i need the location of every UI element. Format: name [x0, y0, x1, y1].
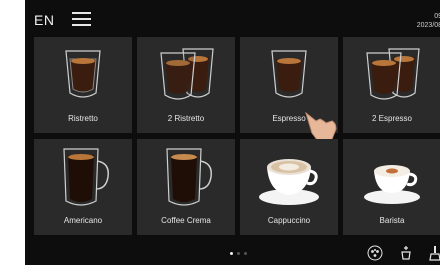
tile-ristretto[interactable]: Ristretto	[34, 37, 132, 133]
coffee-machine-screen: EN 09: 2023/08/ Ristretto 2 Ristretto	[25, 0, 440, 265]
tile-label: 2 Espresso	[371, 114, 413, 123]
tile-label: Coffee Crema	[161, 216, 211, 225]
page-dot[interactable]	[237, 252, 240, 255]
cleaning-icon[interactable]	[427, 245, 440, 261]
cappuccino-cup-icon	[259, 159, 319, 205]
tile-label: 2 Ristretto	[167, 114, 205, 123]
pagination-dots	[230, 242, 251, 260]
tile-2-espresso[interactable]: 2 Espresso	[343, 37, 440, 133]
double-glass-icon	[366, 48, 420, 100]
tile-label: Cappuccino	[267, 216, 311, 225]
top-bar: EN 09: 2023/08/	[25, 0, 440, 33]
ristretto-glass-icon	[65, 50, 101, 98]
beans-icon[interactable]	[367, 245, 383, 261]
tile-label: Barista	[379, 216, 405, 225]
menu-icon[interactable]	[72, 12, 91, 26]
tile-espresso[interactable]: Espresso	[240, 37, 338, 144]
page-dot[interactable]	[244, 252, 247, 255]
espresso-glass-icon	[271, 50, 307, 98]
tile-label: Ristretto	[68, 114, 98, 123]
tile-barista[interactable]: Barista	[343, 139, 440, 235]
date-label: 2023/08/	[416, 22, 440, 29]
tile-label: Americano	[63, 216, 103, 225]
tall-glass-icon	[166, 148, 213, 206]
tile-2-ristretto[interactable]: 2 Ristretto	[137, 37, 235, 133]
clock: 09: 2023/08/	[417, 12, 440, 30]
tile-americano[interactable]: Americano	[34, 139, 132, 235]
milk-cup-icon[interactable]	[398, 245, 414, 261]
tile-cappuccino[interactable]: Cappuccino	[240, 139, 338, 235]
tall-glass-icon	[63, 148, 110, 206]
barista-cup-icon	[364, 165, 420, 204]
tile-coffee-crema[interactable]: Coffee Crema	[137, 139, 235, 235]
page-dot-active[interactable]	[230, 252, 233, 255]
time-label: 09:	[434, 13, 440, 20]
double-glass-icon	[160, 48, 214, 100]
language-selector[interactable]: EN	[34, 12, 54, 28]
